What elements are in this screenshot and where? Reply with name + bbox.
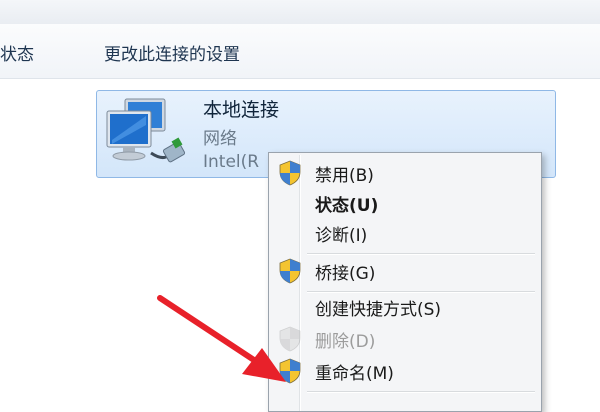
menu-separator bbox=[307, 391, 535, 393]
command-bar: 状态 更改此连接的设置 bbox=[0, 24, 600, 79]
menu-item-create-shortcut[interactable]: 创建快捷方式(S) bbox=[269, 291, 541, 323]
status-command[interactable]: 状态 bbox=[0, 40, 34, 65]
menu-item-delete[interactable]: 删除(D) bbox=[269, 323, 541, 355]
menu-item-status[interactable]: 状态(U) bbox=[269, 187, 541, 219]
menu-item-label: 桥接(G) bbox=[315, 264, 376, 284]
menu-item-diagnose[interactable]: 诊断(I) bbox=[269, 217, 541, 249]
connection-type: 网络 bbox=[203, 129, 237, 149]
connection-adapter: Intel(R bbox=[203, 152, 260, 172]
uac-shield-icon bbox=[279, 258, 301, 284]
menu-item-rename[interactable]: 重命名(M) bbox=[269, 355, 541, 387]
uac-shield-icon bbox=[279, 160, 301, 186]
connection-name: 本地连接 bbox=[203, 99, 280, 121]
red-arrow-annotation bbox=[157, 295, 286, 382]
menu-item-label: 重命名(M) bbox=[315, 364, 394, 384]
menu-item-label: 创建快捷方式(S) bbox=[315, 300, 442, 320]
menu-item-bridge[interactable]: 桥接(G) bbox=[269, 255, 541, 287]
menu-item-label: 禁用(B) bbox=[315, 166, 374, 186]
menu-item-disable[interactable]: 禁用(B) bbox=[269, 157, 541, 189]
change-settings-command[interactable]: 更改此连接的设置 bbox=[104, 40, 240, 65]
menu-item-label: 状态(U) bbox=[315, 196, 379, 216]
network-adapter-icon bbox=[106, 98, 186, 163]
menu-item-label: 删除(D) bbox=[315, 332, 376, 352]
context-menu: 禁用(B) 状态(U) 诊断(I) 桥接(G) 创建快捷方式(S) 删除(D) bbox=[268, 152, 542, 412]
menu-item-label: 诊断(I) bbox=[315, 226, 368, 246]
window-top-strip bbox=[0, 0, 600, 25]
